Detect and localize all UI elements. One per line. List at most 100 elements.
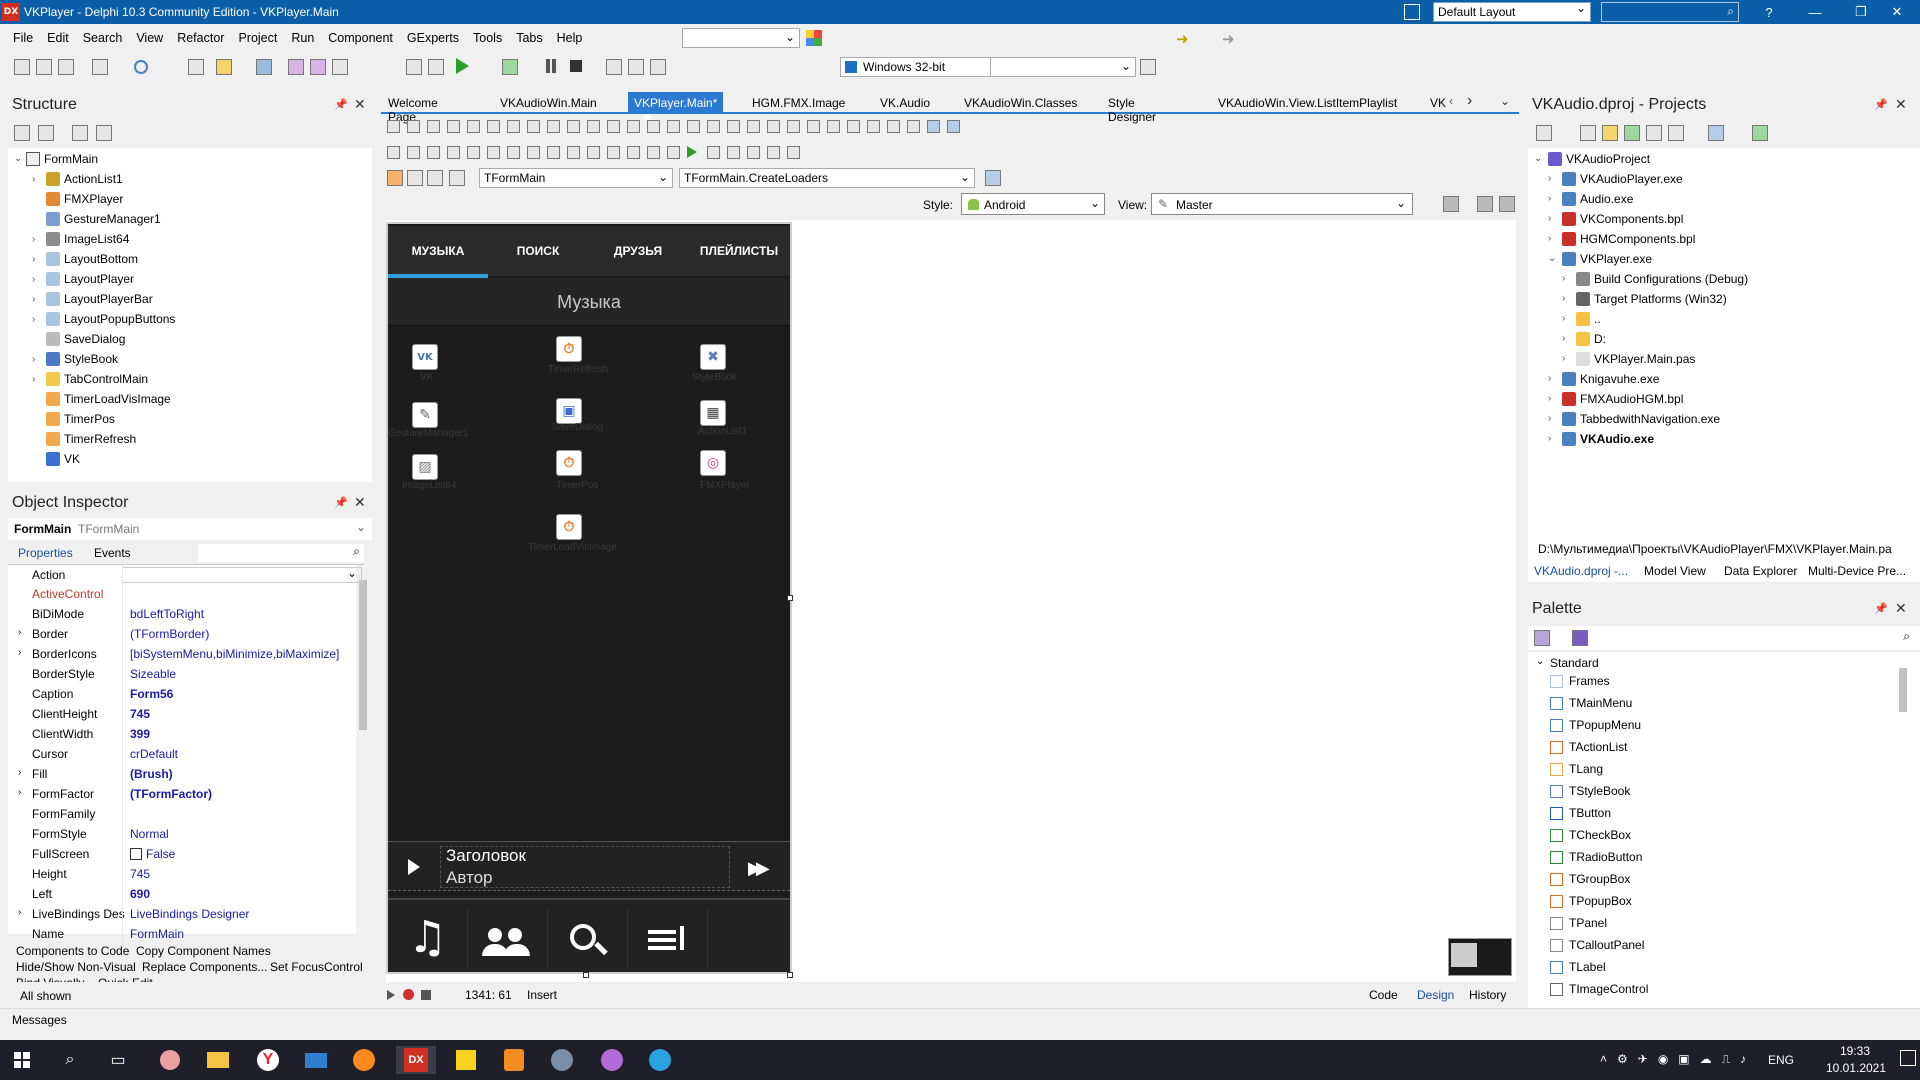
file-explorer-icon[interactable] (204, 1046, 232, 1074)
palette-item[interactable]: TImageControl (1550, 982, 1648, 996)
resize-handle[interactable] (787, 972, 793, 978)
property-value[interactable]: FormMain (130, 927, 184, 941)
fmx-icon[interactable] (387, 170, 403, 186)
project-tree-item[interactable]: VKPlayer.exe (1562, 252, 1652, 266)
expand-icon[interactable] (14, 125, 30, 141)
property-value[interactable]: 745 (130, 867, 150, 881)
mail-icon[interactable] (302, 1046, 330, 1074)
chevron-right-icon[interactable]: › (18, 647, 21, 658)
sort-icon[interactable] (1708, 125, 1724, 141)
align-tool-icon[interactable] (567, 146, 580, 159)
editor-tab[interactable]: VK (1424, 92, 1452, 114)
action-bind-visually[interactable]: Bind Visually... (16, 976, 94, 982)
open-icon[interactable] (36, 59, 52, 75)
run-without-debug-icon[interactable] (502, 59, 518, 75)
property-row[interactable]: › FormFactor (TFormFactor) (8, 784, 364, 804)
align-tool-icon[interactable] (547, 146, 560, 159)
telegram-icon[interactable] (646, 1046, 674, 1074)
categories-icon[interactable] (1534, 630, 1550, 646)
property-value[interactable]: (Brush) (130, 767, 173, 781)
align-tool-icon[interactable] (687, 120, 700, 133)
run-to-cursor-icon[interactable] (650, 59, 666, 75)
property-row[interactable]: FormStyle Normal (8, 824, 364, 844)
align-tool-icon[interactable] (467, 146, 480, 159)
desktop-combo[interactable]: ⌄ (682, 28, 800, 48)
align-tool-icon[interactable] (867, 120, 880, 133)
tab-projects[interactable]: VKAudio.dproj -... (1534, 564, 1628, 578)
tool-icon[interactable] (548, 1046, 576, 1074)
editor-tab[interactable]: VKAudioWin.Classes (958, 92, 1083, 114)
editor-tab[interactable]: VKAudioWin.Main (494, 92, 603, 114)
align-tool-icon[interactable] (587, 120, 600, 133)
property-row[interactable]: FormFamily (8, 804, 364, 824)
project-tree-item[interactable]: .. (1576, 312, 1601, 326)
config-select[interactable]: ⌄ (990, 57, 1136, 77)
sublime-icon[interactable] (500, 1046, 528, 1074)
style-select[interactable]: Android ⌄ (961, 193, 1105, 215)
palette-item[interactable]: TPopupBox (1550, 894, 1632, 908)
palette-item[interactable]: TPopupMenu (1550, 718, 1641, 732)
align-tool-icon[interactable] (787, 120, 800, 133)
align-tool-icon[interactable] (627, 120, 640, 133)
align-tool-icon[interactable] (767, 120, 780, 133)
align-tool-icon[interactable] (427, 120, 440, 133)
tree-item[interactable]: TimerPos (46, 412, 115, 426)
tree-item[interactable]: ImageList64 (46, 232, 129, 246)
tree-root[interactable]: FormMain (26, 152, 98, 166)
tree-item[interactable]: FMXPlayer (46, 192, 123, 206)
palette-category[interactable]: Standard (1550, 656, 1599, 670)
editor-tab[interactable]: HGM.FMX.Image (746, 92, 851, 114)
chevron-right-icon[interactable]: › (18, 907, 21, 918)
chevron-right-icon[interactable]: › (32, 294, 35, 305)
component-icon[interactable]: ◎ (700, 450, 726, 476)
delete-view-icon[interactable] (1499, 196, 1515, 212)
align-tool-icon[interactable] (547, 120, 560, 133)
component-icon[interactable] (407, 170, 423, 186)
property-value[interactable]: False (130, 847, 175, 861)
music-nav-icon[interactable]: ♫ (388, 908, 468, 968)
select-pointer-icon[interactable] (1572, 630, 1588, 646)
property-value[interactable]: Sizeable (130, 667, 176, 681)
collapse-icon[interactable] (38, 125, 54, 141)
palette-item[interactable]: TLang (1550, 762, 1603, 776)
palette-item[interactable]: TLabel (1550, 960, 1606, 974)
friends-nav-icon[interactable] (468, 908, 548, 968)
play-macro-icon[interactable] (387, 990, 395, 1000)
ide-search-input[interactable]: ⌕ (1601, 2, 1739, 22)
action-quick-edit[interactable]: Quick Edit... (98, 976, 163, 982)
chevron-right-icon[interactable]: › (1548, 173, 1551, 184)
save-icon[interactable] (58, 59, 74, 75)
menu-gexperts[interactable]: GExperts (400, 31, 466, 45)
resize-handle[interactable] (787, 595, 793, 601)
align-tool-icon[interactable] (507, 146, 520, 159)
task-view-icon[interactable]: ▭ (104, 1046, 132, 1074)
forward-arrow-icon[interactable]: ➜ (1176, 30, 1189, 48)
palette-item[interactable]: TCheckBox (1550, 828, 1631, 842)
tab-code[interactable]: Code (1369, 988, 1398, 1002)
class-combo[interactable]: TFormMain ⌄ (479, 168, 673, 188)
align-tool-icon[interactable] (627, 146, 640, 159)
chevron-right-icon[interactable]: › (1548, 393, 1551, 404)
tree-item[interactable]: LayoutPlayer (46, 272, 134, 286)
messages-tab[interactable]: Messages (12, 1013, 67, 1027)
project-tree-item[interactable]: TabbedwithNavigation.exe (1562, 412, 1720, 426)
tree-item[interactable]: LayoutPlayerBar (46, 292, 153, 306)
notifications-icon[interactable] (1900, 1050, 1916, 1066)
tree-item[interactable]: LayoutPopupButtons (46, 312, 175, 326)
tab-search[interactable]: ПОИСК (488, 236, 588, 276)
tray-icons[interactable]: ˄⚙✈◉▣☁⎍♪ (1600, 1052, 1756, 1067)
align-tool-icon[interactable] (847, 120, 860, 133)
chevron-right-icon[interactable]: › (1467, 92, 1472, 110)
component-icon[interactable]: ✎ (412, 402, 438, 428)
chevron-right-icon[interactable]: › (1548, 433, 1551, 444)
new-items-icon[interactable] (188, 59, 204, 75)
project-tree-item[interactable]: VKAudio.exe (1562, 432, 1654, 446)
device-icon[interactable] (1140, 59, 1156, 75)
move-up-icon[interactable] (72, 125, 88, 141)
editor-tab[interactable]: VK.Audio (874, 92, 936, 114)
clock-time[interactable]: 19:33 (1830, 1044, 1880, 1058)
sticky-notes-icon[interactable] (452, 1046, 480, 1074)
property-row[interactable]: ActiveControl (8, 584, 364, 604)
chevron-right-icon[interactable]: › (18, 627, 21, 638)
pause-icon[interactable] (546, 59, 550, 73)
